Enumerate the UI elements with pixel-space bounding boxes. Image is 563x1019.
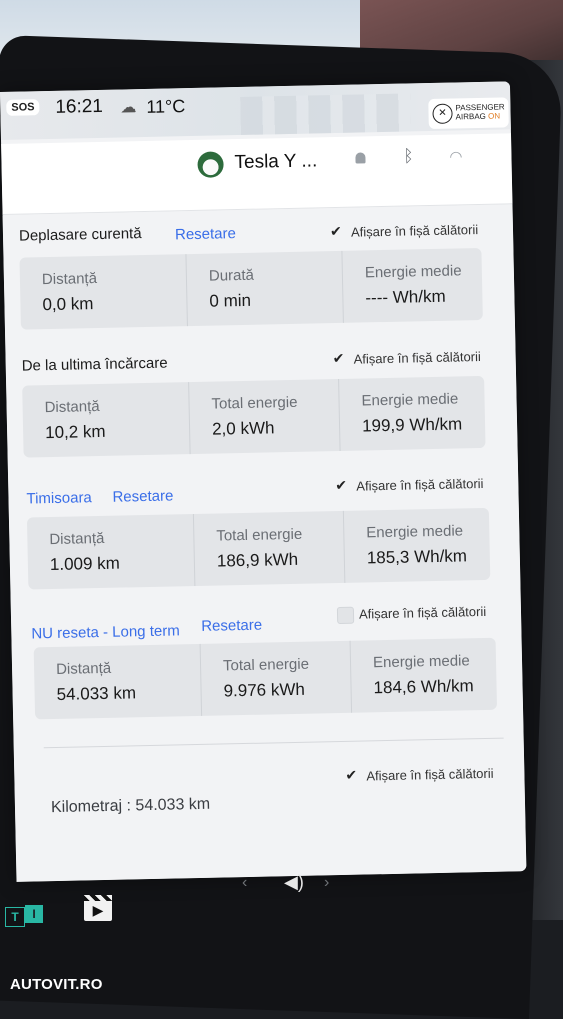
- avg-energy-cell: Energie medie 199,9 Wh/km: [338, 375, 487, 451]
- checkbox-label: Afișare în fișă călătorii: [366, 765, 494, 784]
- avg-energy-label: Energie medie: [364, 262, 462, 282]
- airbag-state: ON: [487, 111, 501, 121]
- distance-label: Distanță: [49, 529, 105, 549]
- section-divider: [43, 737, 504, 749]
- total-energy-cell: Total energie 9.976 kWh: [199, 640, 353, 716]
- avg-energy-cell: Energie medie 184,6 Wh/km: [349, 637, 499, 713]
- total-energy-cell: Total energie 2,0 kWh: [188, 378, 341, 455]
- total-energy-label: Total energie: [222, 655, 310, 675]
- checkbox-box[interactable]: [344, 769, 359, 784]
- section-title-current-trip: Deplasare curentă: [18, 225, 142, 245]
- total-energy-cell: Total energie 186,9 kWh: [192, 510, 346, 587]
- map-preview: [240, 93, 411, 135]
- avg-energy-label: Energie medie: [372, 652, 470, 672]
- distance-value: 0,0 km: [42, 294, 94, 315]
- section-title-long-term[interactable]: NU reseta - Long term: [31, 622, 180, 642]
- avg-energy-cell: Energie medie ---- Wh/km: [341, 247, 484, 323]
- tesla-screen: SOS 16:21 ☁ 11°C ✕ PASSENGER AIRBAG ON T…: [0, 81, 527, 882]
- outside-temperature: 11°C: [146, 96, 186, 117]
- ti-logo: T I: [5, 905, 43, 927]
- airbag-icon: ✕: [432, 103, 453, 124]
- chevron-right-icon[interactable]: ›: [324, 874, 329, 892]
- show-in-trip-card-checkbox[interactable]: Afișare în fișă călătorii: [334, 476, 483, 494]
- ti-logo-i: I: [25, 905, 43, 923]
- show-in-trip-card-checkbox[interactable]: Afișare în fișă călătorii: [336, 604, 486, 625]
- avg-energy-value: 185,3 Wh/km: [366, 546, 468, 568]
- show-in-trip-card-checkbox[interactable]: Afișare în fișă călătorii: [329, 222, 478, 240]
- total-energy-label: Total energie: [211, 393, 298, 413]
- trips-panel: Deplasare curentă Resetare Afișare în fi…: [2, 205, 527, 882]
- airbag-text: PASSENGER AIRBAG ON: [455, 102, 505, 121]
- checkbox-label: Afișare în fișă călătorii: [358, 603, 487, 622]
- duration-cell: Durată 0 min: [185, 250, 344, 327]
- distance-value: 1.009 km: [49, 553, 121, 575]
- partly-cloudy-icon: ☁: [120, 99, 137, 117]
- speaker-icon[interactable]: ◀): [284, 872, 304, 893]
- distance-cell: Distanță 54.033 km: [34, 644, 201, 719]
- video-clapper-icon[interactable]: ▶: [84, 895, 112, 921]
- bluetooth-icon[interactable]: ᛒ: [403, 146, 414, 166]
- ti-logo-t: T: [5, 907, 25, 927]
- total-energy-value: 9.976 kWh: [223, 679, 306, 701]
- timisoara-card: Distanță 1.009 km Total energie 186,9 kW…: [26, 507, 492, 590]
- avg-energy-label: Energie medie: [366, 522, 464, 542]
- distance-cell: Distanță 0,0 km: [19, 254, 186, 329]
- checkbox-label: Afișare în fișă călătorii: [350, 222, 479, 240]
- show-odometer-checkbox[interactable]: Afișare în fișă călătorii: [344, 766, 493, 784]
- car-avatar[interactable]: [197, 151, 224, 178]
- status-bar: SOS 16:21 ☁ 11°C ✕ PASSENGER AIRBAG ON: [0, 81, 511, 140]
- total-energy-value: 186,9 kWh: [216, 549, 299, 571]
- reset-timisoara-link[interactable]: Resetare: [112, 487, 173, 505]
- avg-energy-value: ---- Wh/km: [365, 286, 446, 308]
- checkbox-label: Afișare în fișă călătorii: [356, 475, 484, 494]
- airbag-line2-row: AIRBAG ON: [455, 111, 505, 122]
- reset-current-trip-link[interactable]: Resetare: [175, 225, 236, 243]
- section-title-timisoara[interactable]: Timisoara: [26, 489, 92, 507]
- checkbox-box[interactable]: [329, 225, 344, 240]
- total-energy-value: 2,0 kWh: [211, 418, 275, 439]
- duration-label: Durată: [208, 266, 255, 285]
- checkbox-box[interactable]: [336, 606, 355, 625]
- distance-label: Distanță: [44, 397, 100, 417]
- distance-cell: Distanță 10,2 km: [22, 382, 189, 457]
- avg-energy-label: Energie medie: [361, 390, 459, 410]
- bell-icon[interactable]: [355, 152, 366, 164]
- passenger-airbag-indicator: ✕ PASSENGER AIRBAG ON: [428, 97, 509, 130]
- chevron-left-icon[interactable]: ‹: [242, 874, 247, 892]
- distance-value: 54.033 km: [56, 683, 137, 704]
- car-name[interactable]: Tesla Y ...: [234, 150, 317, 174]
- checkbox-box[interactable]: [332, 352, 347, 367]
- avg-energy-cell: Energie medie 185,3 Wh/km: [342, 507, 492, 583]
- autovit-watermark: AUTOVIT.RO: [10, 976, 103, 993]
- show-in-trip-card-checkbox[interactable]: Afișare în fișă călătorii: [332, 349, 481, 367]
- wifi-icon[interactable]: ◠: [449, 147, 462, 165]
- distance-label: Distanță: [41, 270, 98, 289]
- checkbox-box[interactable]: [334, 479, 349, 494]
- distance-label: Distanță: [55, 659, 112, 678]
- duration-value: 0 min: [209, 290, 252, 311]
- avg-energy-value: 199,9 Wh/km: [361, 414, 463, 436]
- current-trip-card: Distanță 0,0 km Durată 0 min Energie med…: [19, 247, 484, 330]
- distance-value: 10,2 km: [44, 421, 106, 443]
- profile-header: Tesla Y ... ᛒ ◠: [1, 133, 513, 215]
- avg-energy-value: 184,6 Wh/km: [373, 676, 474, 698]
- section-title-since-last-charge: De la ultima încărcare: [21, 354, 168, 375]
- reset-long-term-link[interactable]: Resetare: [201, 617, 262, 635]
- total-energy-label: Total energie: [216, 525, 303, 545]
- clock-time: 16:21: [55, 95, 104, 118]
- since-last-charge-card: Distanță 10,2 km Total energie 2,0 kWh E…: [22, 375, 487, 458]
- airbag-line2: AIRBAG: [455, 111, 486, 122]
- sos-button[interactable]: SOS: [6, 99, 40, 116]
- odometer-reading: Kilometraj : 54.033 km: [50, 795, 211, 817]
- checkbox-label: Afișare în fișă călătorii: [353, 348, 481, 367]
- long-term-card: Distanță 54.033 km Total energie 9.976 k…: [33, 637, 499, 720]
- car-taskbar: ‹ ◀) ›: [240, 872, 350, 896]
- distance-cell: Distanță 1.009 km: [27, 514, 194, 589]
